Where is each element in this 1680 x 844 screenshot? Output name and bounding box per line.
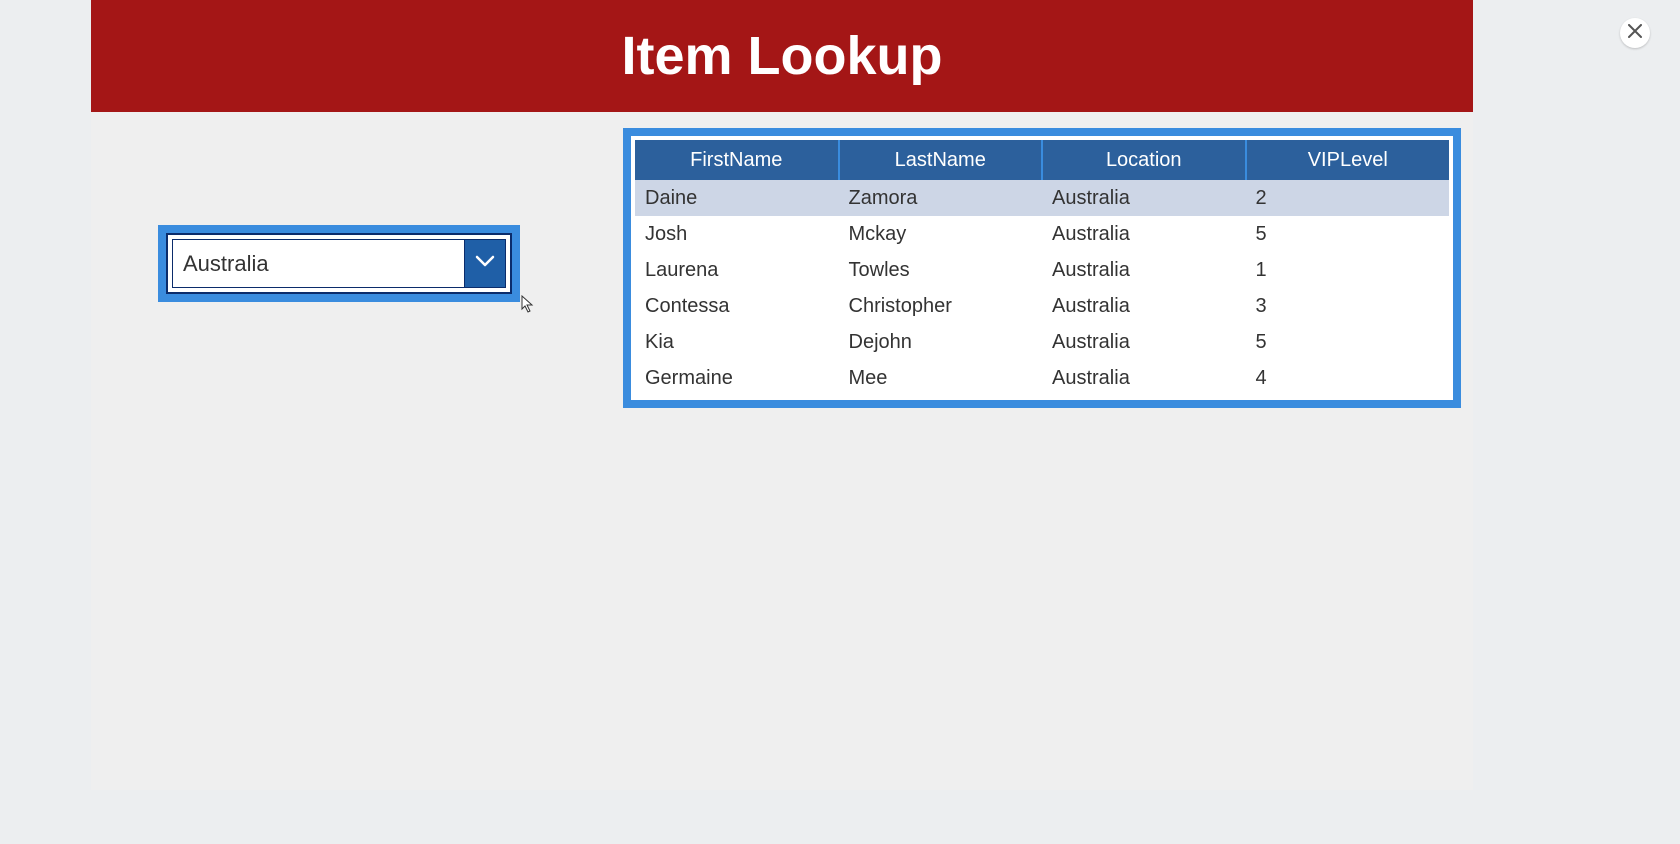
- table-row[interactable]: Contessa Christopher Australia 3: [635, 288, 1449, 324]
- cell-viplevel: 5: [1246, 324, 1450, 360]
- close-icon: [1628, 24, 1642, 43]
- page-title: Item Lookup: [622, 25, 943, 87]
- cell-viplevel: 4: [1246, 360, 1450, 396]
- results-table-container: FirstName LastName Location VIPLevel Dai…: [623, 128, 1461, 408]
- cell-firstname: Laurena: [635, 252, 839, 288]
- cursor-icon: [521, 295, 535, 318]
- cell-viplevel: 2: [1246, 180, 1450, 216]
- col-header-firstname[interactable]: FirstName: [635, 140, 839, 180]
- table-row[interactable]: Josh Mckay Australia 5: [635, 216, 1449, 252]
- cell-lastname: Dejohn: [839, 324, 1043, 360]
- cell-firstname: Kia: [635, 324, 839, 360]
- cell-location: Australia: [1042, 360, 1246, 396]
- col-header-viplevel[interactable]: VIPLevel: [1246, 140, 1450, 180]
- cell-lastname: Mckay: [839, 216, 1043, 252]
- cell-lastname: Towles: [839, 252, 1043, 288]
- close-button[interactable]: [1620, 18, 1650, 48]
- cell-location: Australia: [1042, 252, 1246, 288]
- results-table: FirstName LastName Location VIPLevel Dai…: [635, 140, 1449, 396]
- location-dropdown[interactable]: Australia: [158, 225, 520, 302]
- cell-firstname: Daine: [635, 180, 839, 216]
- header-bar: Item Lookup: [91, 0, 1473, 112]
- table-row[interactable]: Daine Zamora Australia 2: [635, 180, 1449, 216]
- cell-lastname: Christopher: [839, 288, 1043, 324]
- dropdown-selected-value[interactable]: Australia: [172, 239, 464, 288]
- cell-location: Australia: [1042, 216, 1246, 252]
- cell-viplevel: 5: [1246, 216, 1450, 252]
- cell-viplevel: 1: [1246, 252, 1450, 288]
- col-header-location[interactable]: Location: [1042, 140, 1246, 180]
- cell-lastname: Mee: [839, 360, 1043, 396]
- table-row[interactable]: Germaine Mee Australia 4: [635, 360, 1449, 396]
- cell-location: Australia: [1042, 288, 1246, 324]
- dropdown-toggle-button[interactable]: [464, 239, 506, 288]
- cell-location: Australia: [1042, 324, 1246, 360]
- cell-firstname: Contessa: [635, 288, 839, 324]
- cell-location: Australia: [1042, 180, 1246, 216]
- app-container: Item Lookup Australia FirstName LastName: [91, 0, 1473, 790]
- cell-firstname: Josh: [635, 216, 839, 252]
- content-area: Australia FirstName LastName Location VI…: [91, 112, 1473, 790]
- table-row[interactable]: Kia Dejohn Australia 5: [635, 324, 1449, 360]
- table-header-row: FirstName LastName Location VIPLevel: [635, 140, 1449, 180]
- cell-viplevel: 3: [1246, 288, 1450, 324]
- chevron-down-icon: [475, 254, 495, 273]
- table-row[interactable]: Laurena Towles Australia 1: [635, 252, 1449, 288]
- cell-firstname: Germaine: [635, 360, 839, 396]
- cell-lastname: Zamora: [839, 180, 1043, 216]
- col-header-lastname[interactable]: LastName: [839, 140, 1043, 180]
